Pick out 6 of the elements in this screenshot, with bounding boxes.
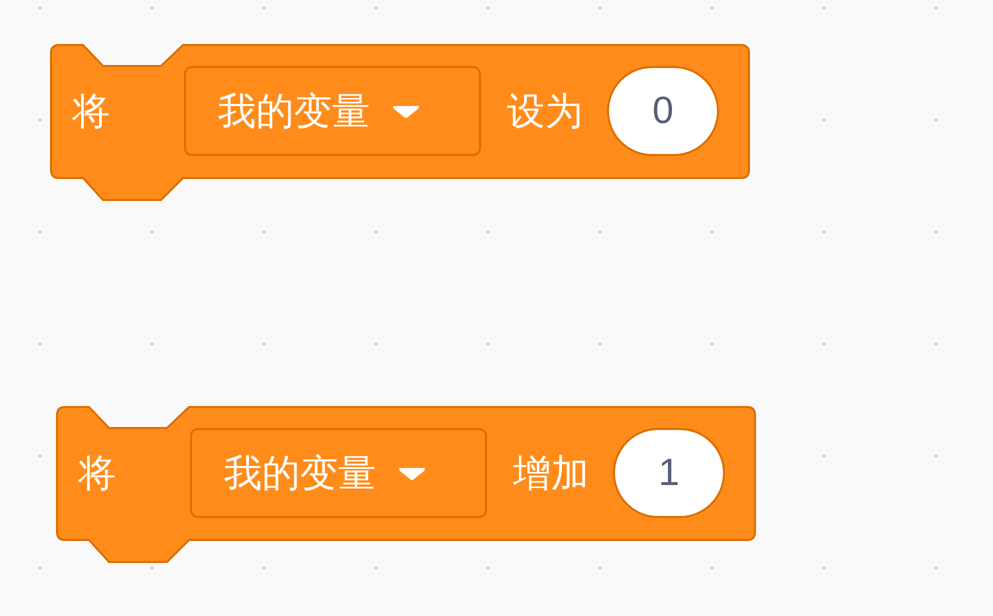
block-label: 将 <box>72 92 111 130</box>
caret-icon <box>398 466 426 480</box>
block-label: 将 <box>78 454 117 492</box>
caret-icon <box>392 104 420 118</box>
block-label: 增加 <box>513 454 589 492</box>
block-label: 设为 <box>507 92 583 130</box>
